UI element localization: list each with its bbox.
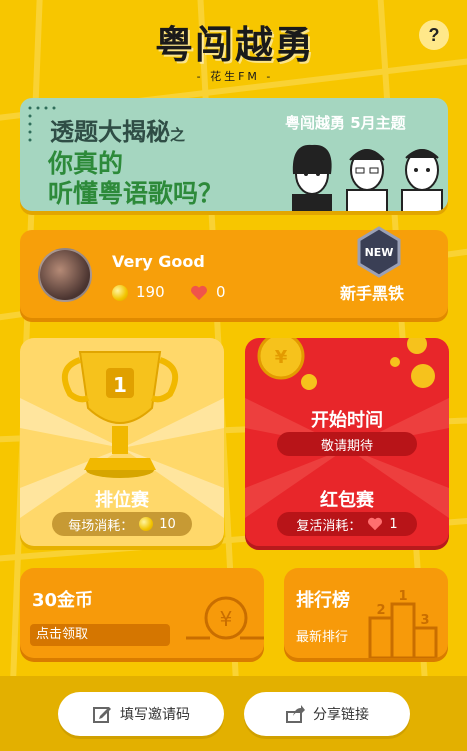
revive-cost-pill: 复活消耗： 1 bbox=[277, 512, 417, 536]
start-time-label: 开始时间 bbox=[311, 410, 383, 431]
ranked-mode-title: 排位赛 bbox=[95, 490, 149, 511]
coin-icon bbox=[139, 517, 154, 531]
rank-title: 新手黑铁 bbox=[340, 284, 405, 303]
start-time-pill: 敬请期待 bbox=[277, 432, 417, 456]
share-link-button[interactable]: 分享链接 bbox=[244, 692, 410, 736]
coin-count: 190 bbox=[136, 283, 165, 301]
question-icon: ? bbox=[428, 25, 440, 45]
ranked-cost-pill: 每场消耗： 10 bbox=[52, 512, 192, 536]
edit-icon bbox=[93, 707, 111, 723]
banner-theme: 粤闯越勇 5月主题 bbox=[285, 114, 406, 132]
help-button[interactable]: ? bbox=[419, 20, 449, 50]
invite-code-button[interactable]: 填写邀请码 bbox=[58, 692, 224, 736]
promo-banner[interactable]: 透题大揭秘之 你真的 听懂粤语歌吗？ 粤闯越勇 5月主题 bbox=[20, 98, 448, 211]
username: Very Good bbox=[112, 252, 205, 271]
avatar[interactable] bbox=[38, 248, 92, 302]
app-logo: 粤闯越勇 - 花生FM - bbox=[140, 22, 330, 84]
banner-line-3: 听懂粤语歌吗？ bbox=[48, 179, 224, 208]
revive-label: 复活消耗： bbox=[296, 518, 362, 534]
invite-label: 填写邀请码 bbox=[120, 707, 190, 723]
revive-value: 1 bbox=[389, 516, 398, 532]
share-icon bbox=[286, 705, 305, 723]
leaderboard-subtitle: 最新排行 bbox=[296, 630, 349, 645]
banner-headline: 透题大揭秘之 bbox=[50, 118, 186, 146]
footer-bar: 填写邀请码 分享链接 bbox=[0, 676, 467, 751]
svg-text:2: 2 bbox=[376, 603, 385, 618]
new-badge-icon: NEW bbox=[357, 226, 401, 278]
cost-label: 每场消耗： bbox=[68, 518, 134, 534]
redpacket-mode-card[interactable]: ¥ 开始时间 敬请期待 红包赛 复活消耗： 1 bbox=[245, 338, 449, 546]
app-title: 粤闯越勇 bbox=[154, 23, 315, 67]
svg-text:3: 3 bbox=[420, 613, 429, 628]
podium-icon: 2 1 3 bbox=[368, 589, 438, 658]
leaderboard-title: 排行榜 bbox=[296, 590, 350, 611]
svg-text:NEW: NEW bbox=[365, 246, 394, 259]
share-label: 分享链接 bbox=[313, 707, 369, 723]
coin-stack-icon: ¥ bbox=[186, 596, 264, 640]
claim-coins-card[interactable]: 30金币 点击领取 ¥ bbox=[20, 568, 264, 658]
ranked-mode-card[interactable]: 1 排位赛 每场消耗： 10 bbox=[20, 338, 224, 546]
svg-text:¥: ¥ bbox=[275, 347, 288, 368]
profile-card[interactable]: Very Good 190 0 NEW 新手黑铁 bbox=[20, 226, 448, 318]
redpacket-mode-title: 红包赛 bbox=[320, 490, 374, 511]
coin-icon bbox=[112, 285, 128, 301]
svg-text:¥: ¥ bbox=[220, 607, 233, 631]
cost-value: 10 bbox=[159, 516, 176, 532]
app-subtitle: - 花生FM - bbox=[196, 70, 274, 83]
svg-text:1: 1 bbox=[113, 373, 127, 397]
heart-icon bbox=[368, 517, 383, 531]
leaderboard-card[interactable]: 排行榜 最新排行 2 1 3 bbox=[284, 568, 448, 658]
svg-text:1: 1 bbox=[398, 589, 407, 604]
heart-count: 0 bbox=[216, 283, 226, 301]
heart-icon bbox=[191, 285, 207, 301]
claim-button[interactable]: 点击领取 bbox=[30, 624, 170, 646]
faces-illustration bbox=[292, 144, 443, 211]
coins-reward-title: 30金币 bbox=[32, 590, 94, 611]
